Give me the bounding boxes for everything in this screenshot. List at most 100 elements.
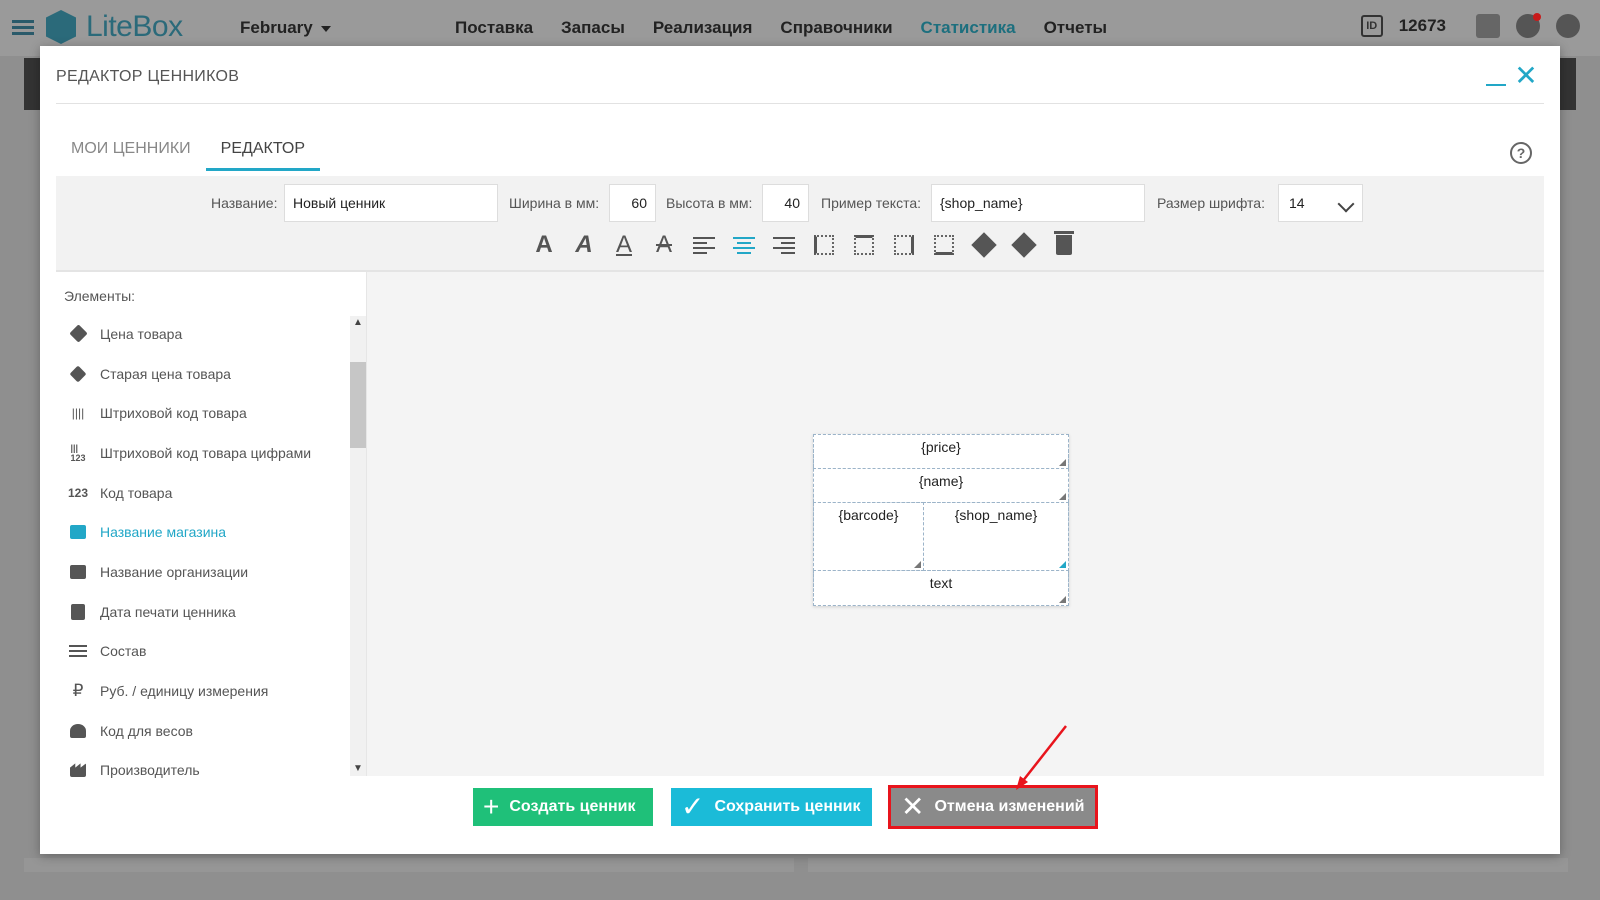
period-selector[interactable]: February — [240, 18, 331, 38]
name-cell[interactable]: {name} — [813, 468, 1069, 503]
border-bottom-icon[interactable] — [924, 231, 964, 259]
border-left-icon[interactable] — [804, 231, 844, 259]
logo[interactable]: LiteBox — [46, 10, 183, 44]
strikethrough-icon[interactable]: A — [644, 231, 684, 259]
name-input[interactable]: Новый ценник — [284, 184, 498, 222]
ruble-icon: ₽ — [72, 681, 84, 701]
list-item[interactable]: Название магазина — [56, 512, 348, 552]
text-placeholder: text — [929, 575, 953, 591]
height-input[interactable]: 40 — [762, 184, 809, 222]
avatar[interactable] — [1556, 14, 1580, 38]
italic-icon[interactable]: A — [564, 231, 604, 259]
underline-icon[interactable]: A — [604, 231, 644, 259]
width-label: Ширина в мм: — [509, 195, 600, 211]
modal-footer: + Создать ценник ✓ Сохранить ценник ✕ Отмен… — [40, 776, 1560, 854]
layer-down-icon[interactable] — [1004, 231, 1044, 259]
align-center-icon[interactable] — [724, 231, 764, 259]
chevron-down-icon[interactable]: ▼ — [350, 762, 366, 776]
element-label: Штриховой код товара — [100, 405, 247, 422]
chevron-down-icon — [1337, 195, 1355, 213]
help-icon[interactable]: ? — [1510, 142, 1532, 164]
resize-handle-icon[interactable] — [1059, 459, 1066, 466]
price-placeholder: {price} — [921, 439, 961, 455]
scrollbar-thumb[interactable] — [350, 362, 366, 448]
nav-item-statistika[interactable]: Статистика — [921, 18, 1016, 38]
width-input[interactable]: 60 — [609, 184, 656, 222]
resize-handle-icon[interactable] — [1059, 493, 1066, 500]
price-tag-preview[interactable]: {price} {name} {barcode} {shop_name} tex… — [813, 434, 1069, 606]
resize-handle-icon[interactable] — [914, 561, 921, 568]
sample-text-label: Пример текста: — [821, 195, 922, 211]
barcode-cell[interactable]: {barcode} — [813, 502, 924, 571]
resize-handle-icon[interactable] — [1059, 561, 1066, 568]
editor-canvas[interactable]: {price} {name} {barcode} {shop_name} tex… — [366, 272, 1544, 776]
elements-panel: Элементы: Цена товара Старая цена товара… — [56, 272, 366, 778]
sample-text-input[interactable]: {shop_name} — [931, 184, 1145, 222]
nav-item-postavka[interactable]: Поставка — [455, 18, 533, 38]
period-label: February — [240, 18, 313, 37]
save-price-tag-button[interactable]: ✓ Сохранить ценник — [671, 788, 872, 826]
elements-scrollbar[interactable]: ▲ ▼ — [350, 316, 366, 776]
text-cell[interactable]: text — [813, 570, 1069, 606]
chevron-up-icon[interactable]: ▲ — [350, 316, 366, 330]
list-item[interactable]: 123 Код товара — [56, 473, 348, 513]
height-label: Высота в мм: — [666, 195, 753, 211]
cancel-changes-button[interactable]: ✕ Отмена изменений — [888, 785, 1098, 829]
bell-icon[interactable] — [1516, 13, 1541, 38]
numbers-icon: 123 — [67, 485, 89, 500]
create-price-tag-button[interactable]: + Создать ценник — [473, 788, 653, 826]
bold-icon[interactable]: A — [524, 231, 564, 259]
barcode-icon: |||| — [71, 406, 85, 421]
tab-my-price-tags[interactable]: МОИ ЦЕННИКИ — [56, 140, 206, 171]
menu-icon[interactable] — [12, 20, 34, 36]
list-item[interactable]: ||| 123 Штриховой код товара цифрами — [56, 433, 348, 473]
element-label: Код для весов — [100, 722, 193, 739]
plus-icon: + — [483, 791, 500, 822]
top-right-controls: ID 12673 — [1360, 13, 1580, 38]
border-right-icon[interactable] — [884, 231, 924, 259]
editor-toolbar: Название: Новый ценник Ширина в мм: 60 В… — [56, 176, 1544, 272]
font-size-select[interactable]: 14 — [1278, 184, 1363, 222]
list-item[interactable]: Название организации — [56, 552, 348, 592]
price-cell[interactable]: {price} — [813, 434, 1069, 469]
element-label: Название магазина — [100, 524, 227, 541]
name-placeholder: {name} — [918, 473, 964, 489]
element-label: Состав — [100, 643, 147, 660]
list-item[interactable]: Старая цена товара — [56, 354, 348, 394]
nav-item-otchety[interactable]: Отчеты — [1044, 18, 1108, 38]
price-tag-editor-modal: РЕДАКТОР ЦЕННИКОВ ✕ МОИ ЦЕННИКИ РЕДАКТОР… — [40, 46, 1560, 854]
minimize-icon[interactable] — [1486, 84, 1506, 86]
cancel-label: Отмена изменений — [934, 798, 1085, 815]
scales-icon — [68, 722, 88, 740]
tags-icon — [68, 365, 88, 383]
logo-cube-icon — [46, 10, 76, 44]
shop-name-cell[interactable]: {shop_name} — [923, 502, 1069, 571]
align-right-icon[interactable] — [764, 231, 804, 259]
list-item[interactable]: Код для весов — [56, 711, 348, 751]
element-label: Код товара — [100, 484, 173, 501]
nav-item-realizatsiya[interactable]: Реализация — [653, 18, 753, 38]
list-item[interactable]: Состав — [56, 632, 348, 672]
resize-handle-icon[interactable] — [1059, 596, 1066, 603]
list-item[interactable]: Дата печати ценника — [56, 592, 348, 632]
list-item[interactable]: Цена товара — [56, 314, 348, 354]
cash-register-icon[interactable] — [1476, 14, 1500, 38]
modal-title: РЕДАКТОР ЦЕННИКОВ — [56, 68, 240, 85]
divider — [56, 103, 1544, 104]
main-nav: Поставка Запасы Реализация Справочники С… — [455, 18, 1135, 38]
border-top-icon[interactable] — [844, 231, 884, 259]
align-left-icon[interactable] — [684, 231, 724, 259]
store-icon — [68, 523, 88, 541]
barcode-placeholder: {barcode} — [838, 507, 899, 523]
nav-item-spravochniki[interactable]: Справочники — [780, 18, 892, 38]
logo-text: LiteBox — [86, 10, 183, 43]
tab-editor[interactable]: РЕДАКТОР — [205, 140, 320, 171]
list-item[interactable]: ₽ Руб. / единицу измерения — [56, 671, 348, 711]
list-item[interactable]: |||| Штриховой код товара — [56, 393, 348, 433]
layer-up-icon[interactable] — [964, 231, 1004, 259]
trash-icon[interactable] — [1044, 231, 1084, 259]
tab-bar: МОИ ЦЕННИКИ РЕДАКТОР — [56, 140, 320, 171]
nav-item-zapasy[interactable]: Запасы — [561, 18, 625, 38]
close-icon[interactable]: ✕ — [1514, 62, 1538, 90]
element-label: Старая цена товара — [100, 365, 231, 382]
